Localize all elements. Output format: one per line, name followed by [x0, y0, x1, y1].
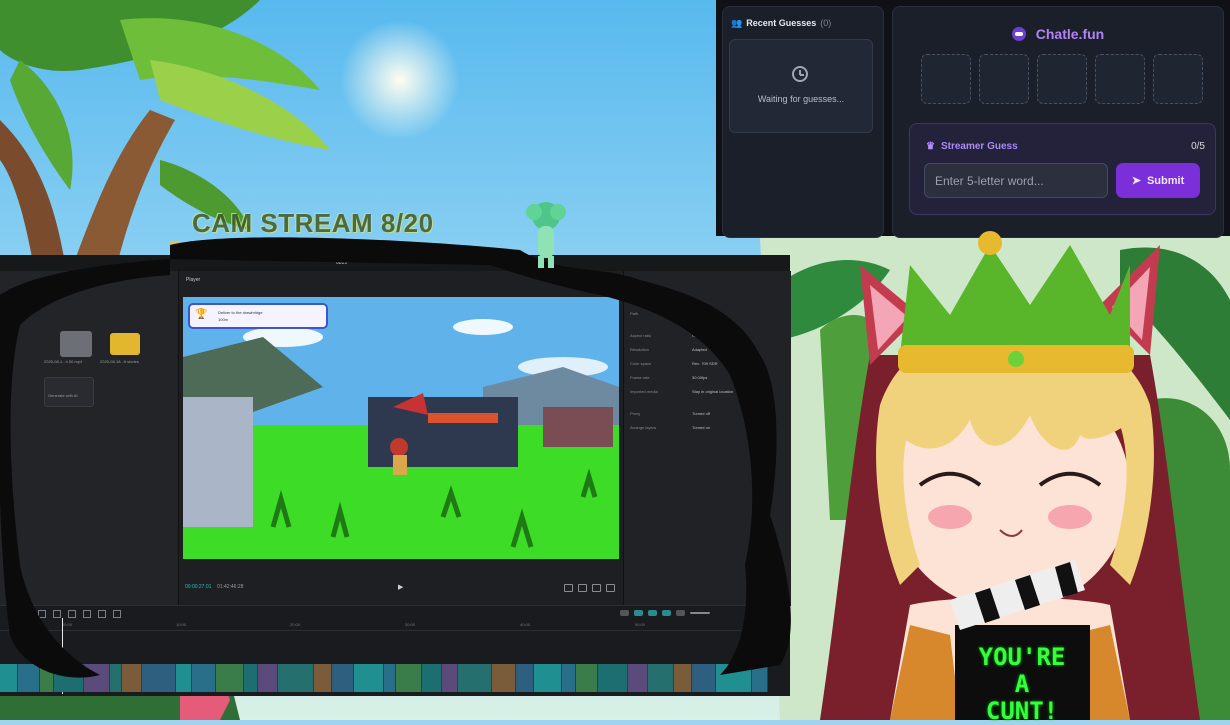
users-icon: 👥 — [731, 18, 743, 28]
submit-button[interactable]: ➤ Submit — [1116, 163, 1200, 198]
chatle-game-panel: Chatle.fun ♛ Streamer Guess 0/5 ➤ Submit — [892, 6, 1224, 238]
recent-guesses-count: (0) — [820, 18, 832, 28]
letter-tile — [979, 54, 1029, 104]
streamer-guess-title: Streamer Guess — [940, 141, 1018, 152]
streamer-guess-count: 0/5 — [1191, 141, 1205, 152]
letter-tiles — [921, 54, 1203, 104]
send-icon: ➤ — [1131, 175, 1141, 187]
letter-tile — [1095, 54, 1145, 104]
recent-guesses-title: Recent Guesses — [746, 18, 817, 28]
board-line: YOU'RE — [978, 643, 1066, 671]
board-line: CUNT! — [985, 697, 1059, 725]
clock-icon — [792, 66, 808, 82]
letter-tile — [1153, 54, 1203, 104]
chatle-brand: Chatle.fun — [893, 26, 1223, 42]
mascot-sprite — [526, 202, 566, 268]
streamer-guess-box: ♛ Streamer Guess 0/5 ➤ Submit — [909, 123, 1216, 215]
recent-guesses-header: 👥 Recent Guesses (0) — [731, 18, 831, 29]
word-input[interactable] — [924, 163, 1108, 198]
streamer-guess-header: ♛ Streamer Guess — [926, 141, 1018, 152]
gamepad-logo-icon — [1011, 27, 1026, 41]
letter-tile — [921, 54, 971, 104]
paint-frame — [0, 237, 791, 678]
brand-name: Chatle.fun — [1035, 26, 1105, 42]
clapperboard-text: YOU'RE A CUNT! — [958, 644, 1086, 725]
waiting-text: Waiting for guesses... — [757, 94, 845, 104]
crown-icon: ♛ — [926, 141, 935, 152]
recent-guesses-list: Waiting for guesses... — [729, 39, 873, 133]
board-line: A — [1014, 670, 1030, 698]
submit-label: Submit — [1146, 175, 1185, 187]
letter-tile — [1037, 54, 1087, 104]
recent-guesses-panel: 👥 Recent Guesses (0) Waiting for guesses..… — [722, 6, 884, 238]
